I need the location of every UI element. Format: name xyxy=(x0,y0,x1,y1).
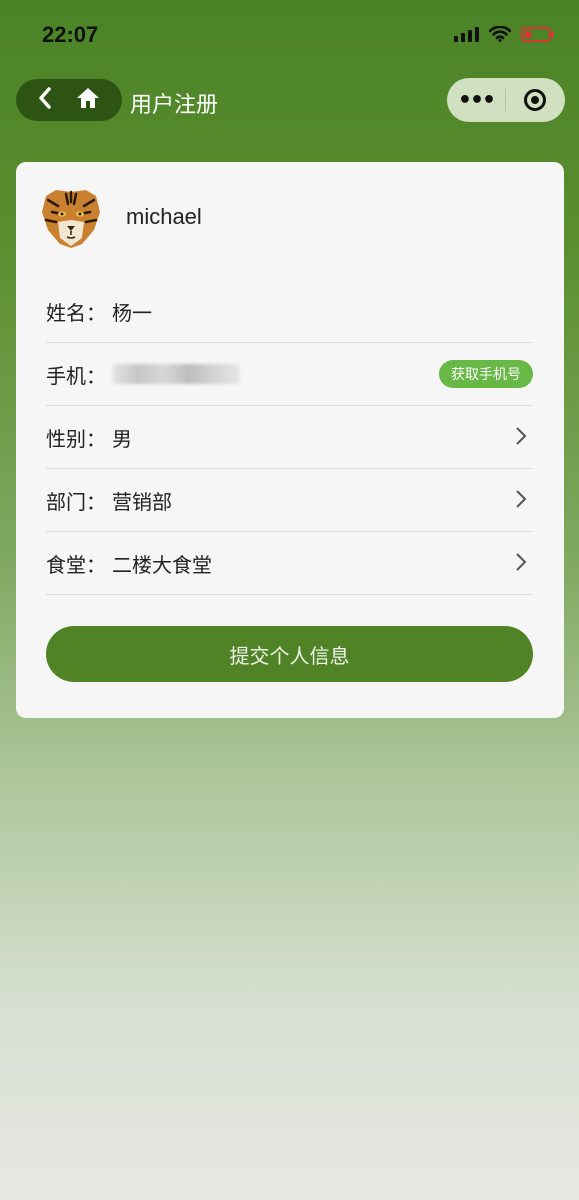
status-icons xyxy=(454,26,554,42)
chevron-right-icon xyxy=(516,427,527,445)
canteen-row[interactable]: 食堂： 二楼大食堂 xyxy=(46,532,533,595)
avatar xyxy=(36,182,106,252)
phone-value-masked xyxy=(112,364,240,384)
name-label: 姓名： xyxy=(46,300,106,325)
department-row[interactable]: 部门： 营销部 xyxy=(46,469,533,532)
signal-icon xyxy=(454,26,479,42)
back-home-capsule xyxy=(16,79,122,121)
name-row: 姓名： 杨一 xyxy=(46,280,533,343)
gender-label: 性别： xyxy=(46,426,106,451)
more-icon[interactable]: ••• xyxy=(447,88,505,113)
phone-row: 手机： 获取手机号 xyxy=(46,343,533,406)
back-arrow-icon[interactable] xyxy=(37,86,53,115)
page-title: 用户注册 xyxy=(130,93,219,118)
gender-row[interactable]: 性别： 男 xyxy=(46,406,533,469)
battery-icon xyxy=(521,26,554,42)
canteen-value: 二楼大食堂 xyxy=(112,552,212,577)
chevron-right-icon xyxy=(516,553,527,571)
close-target-button[interactable] xyxy=(506,89,564,111)
miniprogram-capsule: ••• xyxy=(447,78,565,122)
department-value: 营销部 xyxy=(112,489,172,514)
canteen-label: 食堂： xyxy=(46,552,106,577)
registration-card: michael 姓名： 杨一 手机： 获取手机号 性别： 男 部门： 营销部 食… xyxy=(16,162,564,718)
status-bar: 22:07 xyxy=(0,0,579,70)
target-icon xyxy=(524,89,546,111)
get-phone-button[interactable]: 获取手机号 xyxy=(439,360,533,388)
username: michael xyxy=(126,204,202,229)
profile-header: michael xyxy=(36,182,202,252)
status-time: 22:07 xyxy=(42,22,99,47)
tiger-avatar-icon xyxy=(42,190,100,248)
home-icon[interactable] xyxy=(75,86,101,114)
submit-button[interactable]: 提交个人信息 xyxy=(46,626,533,682)
wifi-icon xyxy=(489,26,511,42)
name-value[interactable]: 杨一 xyxy=(112,297,152,326)
chevron-right-icon xyxy=(516,490,527,508)
gender-value: 男 xyxy=(112,426,132,451)
phone-label: 手机： xyxy=(46,363,106,388)
nav-bar: 用户注册 ••• xyxy=(0,74,579,128)
department-label: 部门： xyxy=(46,489,106,514)
